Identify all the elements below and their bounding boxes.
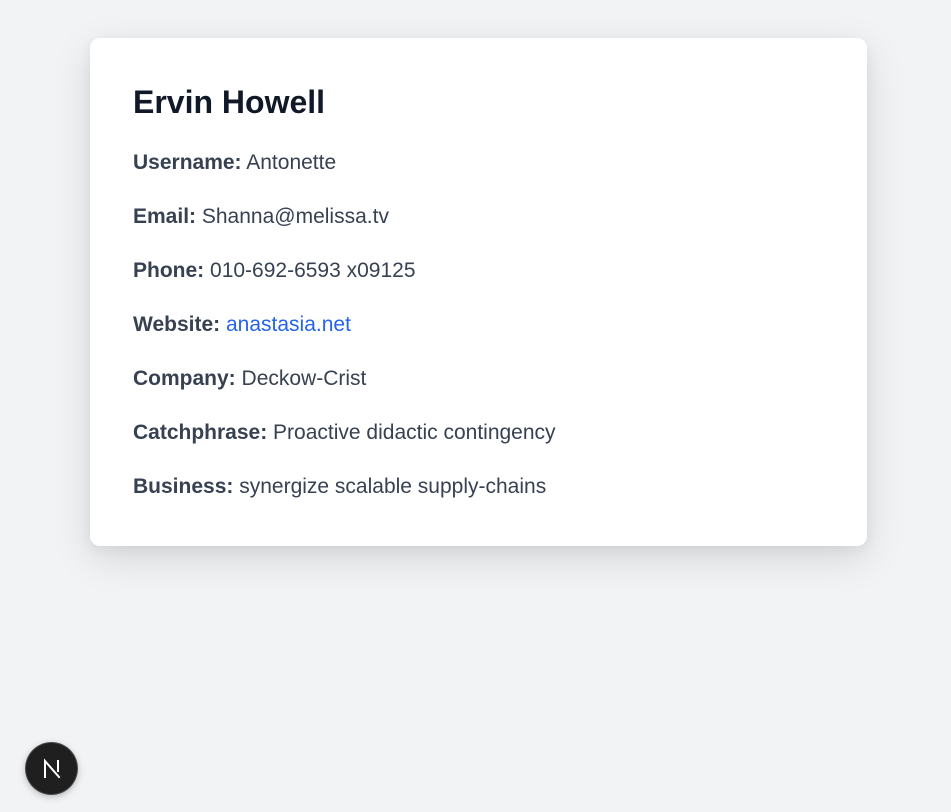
nextjs-logo-icon: [43, 757, 60, 778]
catchphrase-value: Proactive didactic contingency: [273, 421, 556, 444]
email-value: Shanna@melissa.tv: [201, 205, 389, 228]
website-label: Website:: [133, 313, 221, 336]
user-profile-card: Ervin Howell Username: Antonette Email: …: [90, 38, 867, 546]
nextjs-dev-tools-button[interactable]: [26, 743, 77, 794]
catchphrase-label: Catchphrase:: [133, 421, 268, 444]
user-name-heading: Ervin Howell: [133, 84, 326, 120]
catchphrase-row: Catchphrase: Proactive didactic continge…: [133, 419, 824, 447]
username-row: Username: Antonette: [133, 149, 824, 177]
business-label: Business:: [133, 475, 234, 498]
website-link[interactable]: anastasia.net: [226, 313, 351, 336]
website-row: Website: anastasia.net: [133, 311, 824, 339]
company-value: Deckow-Crist: [241, 367, 367, 390]
email-label: Email:: [133, 205, 197, 228]
company-row: Company: Deckow-Crist: [133, 365, 824, 393]
username-label: Username:: [133, 151, 242, 174]
company-label: Company:: [133, 367, 236, 390]
username-value: Antonette: [246, 151, 337, 174]
phone-value: 010-692-6593 x09125: [210, 259, 416, 282]
email-row: Email: Shanna@melissa.tv: [133, 203, 824, 231]
business-row: Business: synergize scalable supply-chai…: [133, 473, 824, 501]
phone-label: Phone:: [133, 259, 205, 282]
business-value: synergize scalable supply-chains: [239, 475, 547, 498]
phone-row: Phone: 010-692-6593 x09125: [133, 257, 824, 285]
